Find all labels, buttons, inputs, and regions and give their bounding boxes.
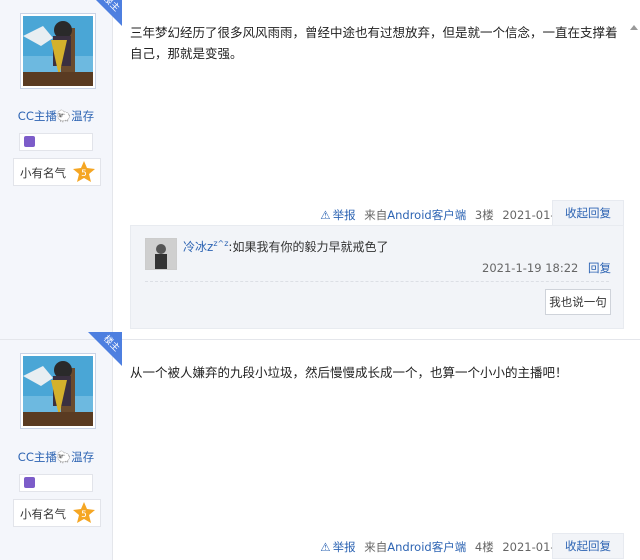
avatar-image: [23, 356, 93, 426]
fold-replies-button[interactable]: 收起回复: [552, 200, 624, 226]
owner-tag-icon: 楼主: [88, 332, 122, 366]
report-link[interactable]: ⚠ 举报: [320, 540, 355, 554]
post-floor-3: 楼主 CC主播🐑温存 小有名气 5 三年梦幻经历了很多风风雨雨，曾经中途也有过想…: [0, 0, 640, 340]
source-client-link[interactable]: Android客户端: [387, 540, 466, 554]
author-avatar[interactable]: [20, 353, 96, 429]
level-star-icon: 5: [73, 161, 95, 182]
reply-author-sup: z^z: [213, 239, 229, 248]
reply-meta: 2021-1-19 18:22 回复: [476, 260, 611, 276]
user-level[interactable]: 小有名气 5: [13, 499, 101, 527]
member-badge[interactable]: [19, 133, 93, 151]
reply-action-link[interactable]: 回复: [588, 261, 611, 275]
level-number: 5: [81, 169, 87, 179]
floor-number: 4楼: [474, 540, 494, 554]
avatar-image: [23, 16, 93, 86]
level-title: 小有名气: [20, 166, 66, 180]
member-badge[interactable]: [19, 474, 93, 492]
owner-tag-icon: 楼主: [96, 0, 122, 26]
reply-avatar[interactable]: [145, 238, 177, 270]
post-source: 来自Android客户端: [364, 208, 467, 222]
reply-line: 冷冰zz^z:如果我有你的毅力早就戒色了: [183, 238, 388, 255]
post-content: 从一个被人嫌弃的九段小垃圾，然后慢慢成长成一个，也算一个小小的主播吧！: [130, 365, 568, 380]
level-title: 小有名气: [20, 507, 66, 521]
author-name[interactable]: CC主播🐑温存: [0, 449, 112, 465]
reply-time: 2021-1-19 18:22: [482, 261, 579, 275]
author-sidebar: 楼主 CC主播🐑温存 小有名气 5: [0, 0, 122, 339]
gem-icon: [24, 477, 35, 488]
reply-divider: [145, 281, 609, 282]
level-star-icon: 5: [73, 502, 95, 523]
author-sidebar: 楼主 CC主播🐑温存 小有名气 5: [0, 332, 122, 560]
author-avatar[interactable]: [20, 13, 96, 89]
source-client-link[interactable]: Android客户端: [387, 208, 466, 222]
level-number: 5: [81, 510, 87, 520]
reply-area: 冷冰zz^z:如果我有你的毅力早就戒色了 2021-1-19 18:22 回复 …: [130, 225, 624, 329]
gem-icon: [24, 136, 35, 147]
say-something-button[interactable]: 我也说一句: [545, 289, 611, 315]
post-floor-4: 楼主 CC主播🐑温存 小有名气 5 从一个被人嫌弃的九段小垃圾，然后慢慢成长成一…: [0, 332, 640, 560]
reply-author[interactable]: 冷冰z: [183, 240, 213, 254]
post-content: 三年梦幻经历了很多风风雨雨，曾经中途也有过想放弃，但是就一个信念，一直在支撑着自…: [130, 25, 618, 61]
fold-replies-button[interactable]: 收起回复: [552, 533, 624, 559]
reply-text: :如果我有你的毅力早就戒色了: [228, 240, 389, 254]
floor-number: 3楼: [474, 208, 494, 222]
author-name[interactable]: CC主播🐑温存: [0, 108, 112, 124]
reply-avatar-image: [146, 239, 176, 269]
scroll-up-icon[interactable]: [628, 22, 640, 34]
report-link[interactable]: ⚠ 举报: [320, 208, 355, 222]
post-source: 来自Android客户端: [364, 540, 467, 554]
user-level[interactable]: 小有名气 5: [13, 158, 101, 186]
